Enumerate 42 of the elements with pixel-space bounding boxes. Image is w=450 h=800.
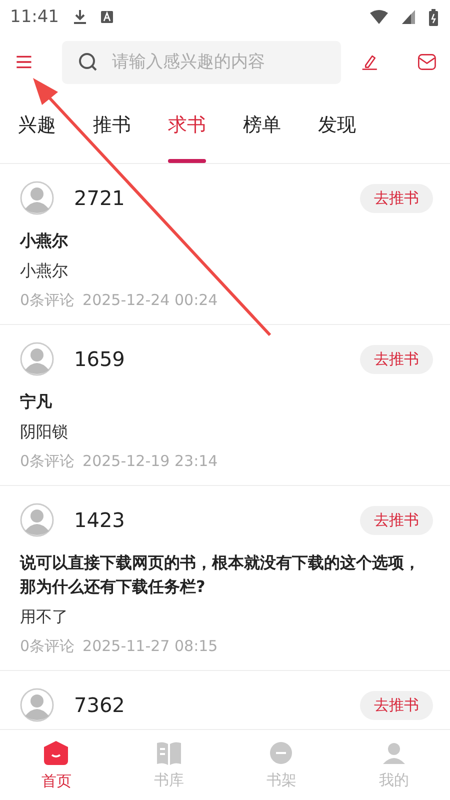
request-title: 小燕尔: [20, 230, 69, 252]
avatar-icon: [20, 342, 54, 376]
shelf-icon: [268, 740, 294, 764]
avatar-icon: [20, 503, 54, 537]
avatar-icon: [20, 688, 54, 722]
comment-count: 0条评论: [20, 291, 75, 310]
recommend-button[interactable]: 去推书: [360, 506, 433, 534]
post-time: 2025-12-24 00:24: [82, 291, 218, 310]
comment-count: 0条评论: [20, 637, 75, 656]
tab[interactable]: 推书: [93, 112, 131, 136]
book-title: 阴阳锁: [20, 422, 69, 443]
wifi-icon: [370, 10, 388, 24]
signal-icon: [402, 10, 415, 24]
profile-icon: [380, 740, 407, 764]
download-icon: [73, 9, 87, 25]
search-field[interactable]: 请输入感兴趣的内容: [62, 40, 341, 84]
request-title: 说可以直接下载网页的书，根本就没有下载的这个选项，那为什么还有下载任务栏?: [20, 552, 421, 598]
request-count: 1659: [74, 347, 126, 371]
tab[interactable]: 榜单: [243, 112, 281, 136]
keyboard-icon: [101, 11, 113, 23]
recommend-button[interactable]: 去推书: [360, 344, 433, 374]
search-icon: [78, 52, 98, 72]
avatar-icon: [20, 181, 54, 215]
tab[interactable]: 发现: [318, 112, 356, 136]
book-title: 用不了: [20, 607, 69, 628]
tab[interactable]: 兴趣: [18, 112, 56, 136]
request-count: 2721: [74, 186, 126, 210]
request-count: 7362: [74, 693, 126, 717]
nav-tab[interactable]: 首页: [0, 730, 112, 800]
post-time: 2025-11-27 08:15: [82, 637, 218, 656]
tab[interactable]: 求书: [168, 112, 206, 136]
request-title: 宁凡: [20, 391, 53, 413]
recommend-button[interactable]: 去推书: [360, 690, 433, 720]
home-icon: [43, 740, 70, 766]
status-time: 11:41: [10, 7, 59, 27]
book-title: 小燕尔: [20, 261, 69, 282]
battery-icon: [429, 8, 438, 26]
recommend-button[interactable]: 去推书: [360, 184, 433, 212]
post-time: 2025-12-19 23:14: [82, 452, 218, 471]
book-icon: [156, 740, 182, 764]
comment-count: 0条评论: [20, 452, 75, 471]
request-count: 1423: [74, 508, 126, 532]
